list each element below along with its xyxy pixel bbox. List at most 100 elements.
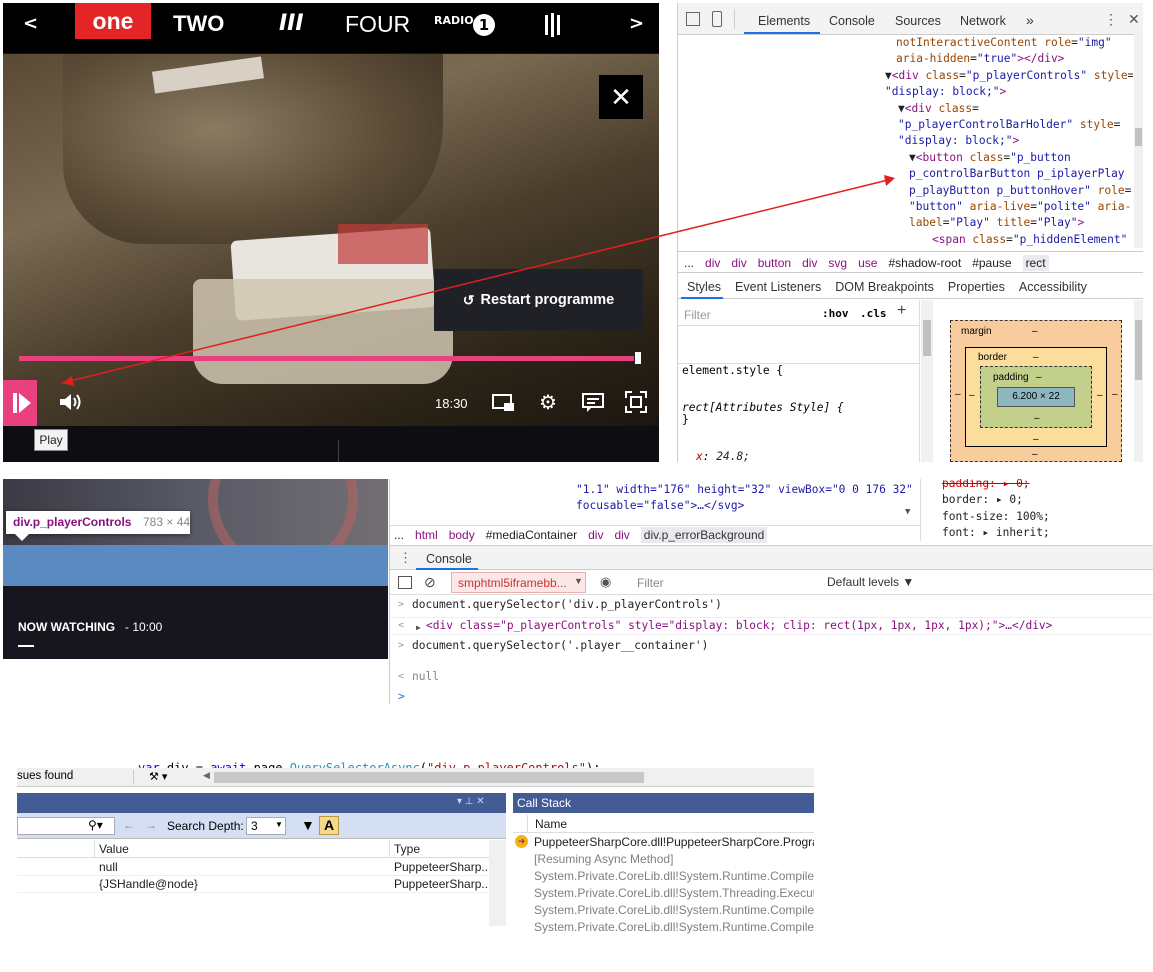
- channel-one-button[interactable]: one: [75, 3, 151, 39]
- filter-icon[interactable]: ▼: [301, 817, 315, 833]
- settings-button[interactable]: ⚙: [537, 391, 559, 414]
- log-levels-dropdown[interactable]: Default levels ▼: [827, 575, 914, 589]
- dom-node-line[interactable]: label="Play" title="Play">: [909, 215, 1084, 231]
- drawer-menu-icon[interactable]: ⋮: [399, 550, 412, 566]
- channel-radio-label[interactable]: RADIO: [434, 3, 474, 45]
- dom-scrollbar[interactable]: [1134, 33, 1143, 248]
- console-line[interactable]: < ▶ <div class="p_playerControls" style="d…: [390, 617, 1153, 635]
- restart-programme-button[interactable]: ↺ Restart programme: [434, 269, 643, 331]
- dom-node-line[interactable]: p_controlBarButton p_iplayerPlay: [909, 166, 1125, 182]
- breadcrumb-item[interactable]: div: [802, 256, 817, 270]
- back-arrow-icon[interactable]: ←: [123, 818, 135, 832]
- dom-node-line[interactable]: ▼<button class="p_button: [909, 150, 1071, 166]
- tab-elements[interactable]: Elements: [758, 14, 810, 28]
- breadcrumb-item[interactable]: rect: [1022, 255, 1049, 271]
- subtab-dom-breakpoints[interactable]: DOM Breakpoints: [835, 280, 934, 294]
- breadcrumb-item[interactable]: div: [705, 256, 720, 270]
- breadcrumb-item[interactable]: body: [449, 528, 475, 542]
- channel-four-button[interactable]: FOUR: [345, 3, 410, 45]
- case-toggle-icon[interactable]: A: [319, 816, 339, 835]
- breadcrumb-item[interactable]: #mediaContainer: [486, 528, 577, 542]
- box-scroll-thumb[interactable]: [1135, 320, 1142, 380]
- scroll-down-icon[interactable]: ▼: [905, 504, 910, 520]
- callstack-frame[interactable]: System.Private.CoreLib.dll!System.Runtim…: [513, 868, 814, 885]
- locals-row[interactable]: null PuppeteerSharp...: [17, 859, 491, 876]
- volume-button[interactable]: [57, 390, 85, 414]
- cls-toggle[interactable]: .cls: [860, 306, 887, 322]
- styles-filter-input[interactable]: Filter: [684, 308, 711, 322]
- dom-node-line[interactable]: "p_playerControlBarHolder" style=: [898, 117, 1120, 133]
- styles-scrollbar[interactable]: [921, 300, 933, 462]
- breadcrumb-item[interactable]: div: [731, 256, 746, 270]
- context-selector[interactable]: smphtml5iframebb... ▼: [451, 572, 586, 593]
- callstack-frame[interactable]: ➜ PuppeteerSharpCore.dll!PuppeteerSharpCo…: [513, 834, 814, 851]
- dom-node-line[interactable]: <span class="p_hiddenElement": [932, 232, 1127, 248]
- drawer-tab-console[interactable]: Console: [426, 552, 472, 566]
- column-type[interactable]: Type: [394, 841, 420, 858]
- breadcrumb-item[interactable]: div: [614, 528, 629, 542]
- tab-network[interactable]: Network: [960, 14, 1006, 28]
- channel-three-button[interactable]: III: [279, 3, 304, 45]
- tab-sources[interactable]: Sources: [895, 14, 941, 28]
- kebab-menu-icon[interactable]: ⋮: [1104, 11, 1118, 28]
- tab-console[interactable]: Console: [829, 14, 875, 28]
- eye-icon[interactable]: ◉: [600, 574, 611, 590]
- cbbc-icon[interactable]: [543, 12, 563, 38]
- cast-button[interactable]: [491, 392, 517, 414]
- pin-icon[interactable]: ▾ ⊥ ✕: [457, 796, 485, 807]
- breadcrumb-item[interactable]: ...: [394, 528, 404, 542]
- progress-handle[interactable]: [634, 351, 642, 365]
- console-prompt[interactable]: >: [398, 689, 405, 705]
- filter-tool-icon[interactable]: ⚒ ▾: [149, 770, 167, 783]
- breadcrumb-item[interactable]: use: [858, 256, 877, 270]
- callstack-frame[interactable]: [Resuming Async Method]: [513, 851, 814, 868]
- locals-row[interactable]: {JSHandle@node} PuppeteerSharp...: [17, 876, 491, 893]
- dom-node-line[interactable]: "display: block;">: [885, 84, 1006, 100]
- dom-node-line[interactable]: ▼<div class="p_playerControls" style=: [885, 68, 1133, 84]
- subtab-styles[interactable]: Styles: [687, 280, 721, 294]
- dom-node-line[interactable]: ▼<div class=: [898, 101, 979, 117]
- expand-triangle-icon[interactable]: ▶: [416, 620, 421, 636]
- breadcrumb-item[interactable]: div: [588, 528, 603, 542]
- column-value[interactable]: Value: [99, 841, 129, 858]
- inspect-icon[interactable]: [686, 12, 700, 26]
- device-toggle-icon[interactable]: [712, 11, 722, 27]
- subtab-accessibility[interactable]: Accessibility: [1019, 280, 1087, 294]
- styles-scroll-thumb[interactable]: [923, 320, 931, 356]
- breadcrumb-item[interactable]: html: [415, 528, 438, 542]
- dom-node-line[interactable]: notInteractiveContent role="img": [896, 35, 1112, 51]
- sidebar-toggle-icon[interactable]: [398, 576, 412, 589]
- dom-node-line[interactable]: p_playButton p_buttonHover" role=: [909, 183, 1131, 199]
- close-devtools-icon[interactable]: ✕: [1128, 11, 1140, 28]
- breadcrumb-item[interactable]: svg: [828, 256, 847, 270]
- radio-one-icon[interactable]: 1: [473, 14, 495, 36]
- callstack-column-name[interactable]: Name: [535, 816, 567, 833]
- css-property[interactable]: x: 24.8;: [682, 449, 844, 462]
- video-frame[interactable]: ✕ ↺ Restart programme 18:30 ⚙: [3, 54, 659, 426]
- play-button[interactable]: [3, 380, 37, 426]
- console-line[interactable]: > document.querySelector('.player__contai…: [390, 638, 1153, 656]
- search-depth-select[interactable]: 3 ▼: [246, 817, 286, 835]
- dom-tree[interactable]: notInteractiveContent role="img" aria-hid…: [678, 33, 1133, 248]
- breadcrumb-item[interactable]: #pause: [972, 256, 1011, 270]
- console-line[interactable]: < null: [390, 669, 1153, 687]
- callstack-frame[interactable]: System.Private.CoreLib.dll!System.Runtim…: [513, 919, 814, 936]
- horizontal-scroll-thumb[interactable]: [214, 772, 644, 783]
- console-output[interactable]: > document.querySelector('div.p_playerCon…: [390, 597, 1153, 704]
- fullscreen-button[interactable]: [624, 390, 648, 414]
- hov-toggle[interactable]: :hov: [822, 306, 849, 322]
- forward-arrow-icon[interactable]: →: [145, 818, 157, 832]
- callstack-frame[interactable]: System.Private.CoreLib.dll!System.Runtim…: [513, 902, 814, 919]
- subtitles-button[interactable]: [581, 392, 605, 414]
- clear-console-icon[interactable]: ⊘: [424, 574, 436, 591]
- console-filter-input[interactable]: Filter: [637, 576, 664, 590]
- subtab-event-listeners[interactable]: Event Listeners: [735, 280, 821, 294]
- breadcrumb-item[interactable]: #shadow-root: [888, 256, 961, 270]
- box-scrollbar[interactable]: [1134, 300, 1143, 462]
- subtab-properties[interactable]: Properties: [948, 280, 1005, 294]
- callstack-frame[interactable]: System.Private.CoreLib.dll!System.Thread…: [513, 885, 814, 902]
- scroll-left-icon[interactable]: ◀: [203, 770, 210, 781]
- close-button[interactable]: ✕: [599, 75, 643, 119]
- scroll-thumb[interactable]: [1135, 128, 1142, 146]
- breadcrumb-item[interactable]: ...: [684, 256, 694, 270]
